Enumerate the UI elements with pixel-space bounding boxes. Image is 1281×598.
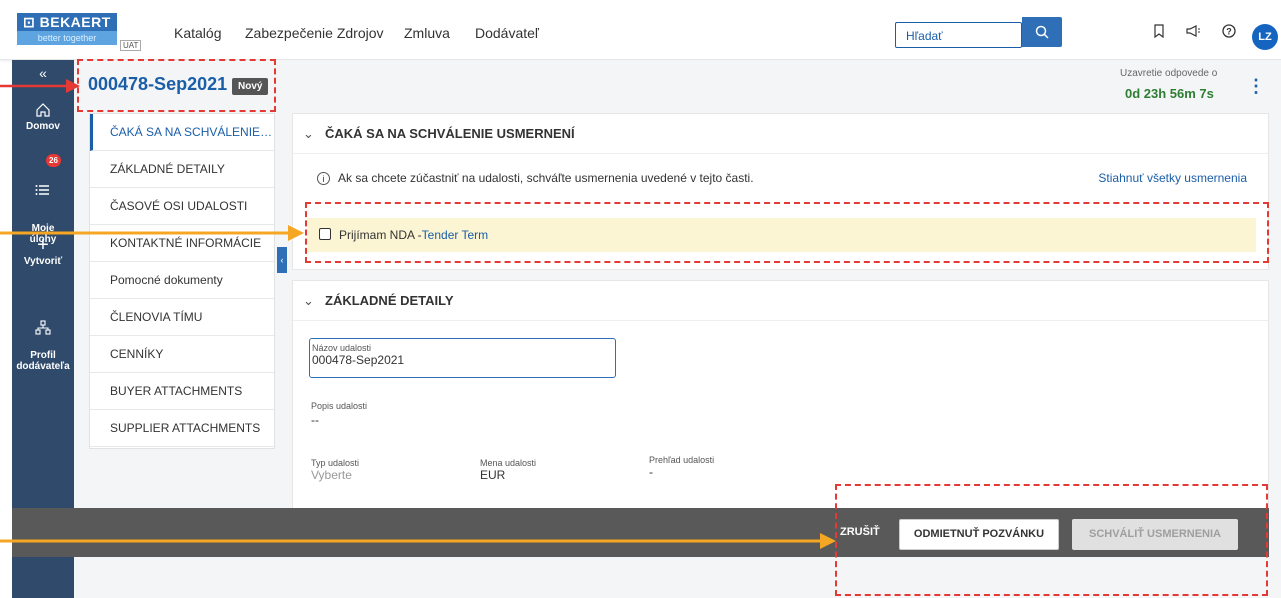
description-field: Popis udalosti --	[311, 401, 367, 427]
section-nav-item-contacts[interactable]: KONTAKTNÉ INFORMÁCIE	[90, 225, 274, 262]
section-nav-item-approval[interactable]: ČAKÁ SA NA SCHVÁLENIE USMERNENÍ	[90, 114, 274, 151]
section-nav-item-pricing[interactable]: CENNÍKY	[90, 336, 274, 373]
rail-item-tasks[interactable]: 26 Moje úlohy	[12, 154, 74, 245]
search-input[interactable]: Hľadať	[895, 22, 1022, 48]
approval-info: i Ak sa chcete zúčastniť na udalosti, sch…	[317, 171, 754, 185]
home-icon	[12, 102, 74, 119]
approval-info-text: Ak sa chcete zúčastniť na udalosti, schv…	[338, 171, 754, 185]
currency-value: EUR	[480, 468, 506, 482]
description-label: Popis udalosti	[311, 401, 368, 411]
details-panel-title: ZÁKLADNÉ DETAILY	[325, 293, 454, 308]
details-panel-header[interactable]: ⌄ ZÁKLADNÉ DETAILY	[293, 281, 1268, 321]
rail-item-supplier-profile[interactable]: Profil dodávateľa	[12, 298, 74, 372]
section-nav-collapse-button[interactable]: ‹	[277, 247, 287, 273]
announcement-icon[interactable]	[1185, 24, 1201, 40]
org-chart-icon	[12, 309, 74, 337]
rail-item-label: Vytvoriť	[23, 256, 63, 267]
bookmark-icon[interactable]	[1151, 24, 1167, 40]
details-panel: ⌄ ZÁKLADNÉ DETAILY Názov udalosti 000478…	[292, 280, 1269, 510]
event-name-label: Názov udalosti	[312, 343, 372, 353]
deadline-label: Uzavretie odpovede o	[1120, 68, 1218, 79]
more-options-icon[interactable]: ⋮	[1247, 76, 1265, 97]
deadline-countdown: 0d 23h 56m 7s	[1125, 86, 1214, 101]
search-placeholder: Hľadať	[906, 29, 943, 43]
nav-catalog[interactable]: Katalóg	[174, 25, 221, 41]
approval-panel-title: ČAKÁ SA NA SCHVÁLENIE USMERNENÍ	[325, 126, 575, 141]
currency-label: Mena udalosti	[480, 458, 537, 468]
tasks-icon	[12, 171, 74, 199]
app-root: ⊡ BEKAERT better together UAT Katalóg Za…	[0, 0, 1281, 598]
chevron-down-icon: ⌄	[303, 126, 314, 141]
rail-item-label: Profil dodávateľa	[16, 350, 70, 372]
plus-icon: +	[37, 234, 49, 256]
overview-label: Prehľad udalosti	[649, 455, 715, 465]
nav-sourcing[interactable]: Zabezpečenie Zdrojov	[245, 25, 384, 41]
info-icon: i	[317, 172, 330, 185]
tasks-count-badge: 26	[46, 154, 61, 167]
overview-field: Prehľad udalosti -	[649, 455, 714, 479]
event-type-label: Typ udalosti	[311, 458, 360, 468]
logo-brand: ⊡ BEKAERT	[23, 14, 111, 30]
section-nav-item-supplier-attachments[interactable]: SUPPLIER ATTACHMENTS	[90, 410, 274, 447]
currency-field: Mena udalosti EUR	[480, 458, 536, 482]
top-bar: ⊡ BEKAERT better together UAT Katalóg Za…	[0, 0, 1281, 60]
annotation-box-nda	[305, 202, 1269, 263]
section-nav: ČAKÁ SA NA SCHVÁLENIE USMERNENÍ ZÁKLADNÉ…	[89, 113, 275, 449]
nav-contract[interactable]: Zmluva	[404, 25, 450, 41]
search-button[interactable]	[1022, 17, 1062, 47]
section-nav-item-details[interactable]: ZÁKLADNÉ DETAILY	[90, 151, 274, 188]
chevron-down-icon: ⌄	[303, 293, 314, 308]
section-nav-item-buyer-attachments[interactable]: BUYER ATTACHMENTS	[90, 373, 274, 410]
help-icon[interactable]: ?	[1221, 24, 1237, 40]
rail-collapse-button[interactable]: «	[12, 66, 74, 80]
overview-value: -	[649, 465, 653, 479]
download-all-link[interactable]: Stiahnuť všetky usmernenia	[1098, 171, 1247, 185]
svg-text:?: ?	[1226, 27, 1232, 37]
event-name-field[interactable]: Názov udalosti 000478-Sep2021	[309, 338, 616, 378]
rail-item-label: Domov	[26, 121, 60, 132]
event-name-value: 000478-Sep2021	[312, 353, 405, 367]
bekaert-logo[interactable]: ⊡ BEKAERT better together	[17, 13, 117, 45]
nav-supplier[interactable]: Dodávateľ	[475, 25, 539, 41]
event-type-value: Vyberte	[311, 468, 352, 482]
logo-tagline: better together	[17, 31, 117, 45]
approval-panel-header[interactable]: ⌄ ČAKÁ SA NA SCHVÁLENIE USMERNENÍ	[293, 114, 1268, 154]
section-nav-item-documents[interactable]: Pomocné dokumenty	[90, 262, 274, 299]
section-nav-item-timeline[interactable]: ČASOVÉ OSI UDALOSTI	[90, 188, 274, 225]
search-icon	[1035, 25, 1049, 39]
rail-item-home[interactable]: Domov	[12, 102, 74, 132]
description-value: --	[311, 413, 319, 427]
env-badge: UAT	[120, 40, 142, 51]
annotation-box-actions	[835, 484, 1268, 596]
rail-item-create[interactable]: + Vytvoriť	[12, 234, 74, 267]
annotation-box-title	[77, 59, 276, 112]
event-type-field[interactable]: Typ udalosti Vyberte	[311, 458, 359, 482]
user-avatar[interactable]: LZ	[1252, 24, 1278, 50]
section-nav-item-team[interactable]: ČLENOVIA TÍMU	[90, 299, 274, 336]
